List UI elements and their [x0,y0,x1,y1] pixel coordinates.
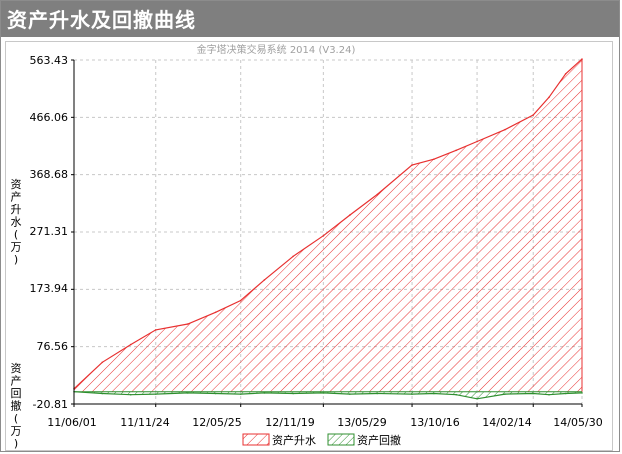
drawdown-area-point [154,393,157,395]
x-tick-label: 12/11/19 [265,416,314,429]
drawdown-area-point [214,392,217,395]
legend: 资产升水 资产回撤 [242,433,401,447]
y-tick-label: 563.43 [30,54,69,67]
x-tick-labels: 11/06/01 11/11/24 12/05/25 12/11/19 13/0… [47,416,602,429]
equity-area-point [564,73,567,75]
equity-area-point [433,158,435,160]
drawdown-area-point [532,392,534,395]
equity-area-point [349,214,351,216]
x-tick-label: 12/05/25 [192,416,241,429]
equity-area-point [322,234,325,237]
equity-area-point [455,149,458,152]
equity-area-point [504,128,506,131]
drawdown-area-point [376,392,379,395]
page-title: 资产升水及回撤曲线 [7,8,196,32]
y-tick-labels: 563.43 466.06 368.68 271.31 173.94 76.56… [30,54,69,411]
chart-panel: 资产升水及回撤曲线 金字塔决策交易系统 2014 (V3.24) 563.43 … [0,0,620,452]
legend-swatch-drawdown [327,433,355,446]
chart-title: 金字塔决策交易系统 2014 (V3.24) [197,43,356,56]
drawdown-area-point [187,392,189,394]
x-tick-label: 11/11/24 [120,416,169,429]
series-areas [73,58,583,400]
y-axis-label-equity: 资产升水(万) [11,178,22,266]
chart-frame: 金字塔决策交易系统 2014 (V3.24) 563.43 466.06 368… [5,41,613,451]
equity-area-point [129,343,132,346]
y-tick-label: 76.56 [37,340,69,353]
y-tick-label: 466.06 [30,111,69,124]
equity-area-point [548,96,550,99]
equity-area-point [214,311,217,314]
drawdown-area-point [581,392,583,394]
x-tick-label: 14/02/14 [482,416,531,429]
drawdown-area-point [239,393,242,395]
drawdown-area-point [129,393,132,396]
drawdown-area-point [263,392,266,394]
y-tick-label: 173.94 [30,282,69,295]
drawdown-area-point [292,392,295,395]
x-tick-label: 13/05/29 [337,416,386,429]
equity-area-point [292,255,295,258]
equity-area-point [376,193,379,196]
x-tick-label: 11/06/01 [47,416,96,429]
equity-area-point [101,361,104,364]
drawdown-area-point [101,392,104,395]
equity-area-point [476,140,478,143]
equity-area-point [239,299,242,302]
equity-area [74,59,582,392]
x-tick-label: 13/10/16 [410,416,459,429]
drawdown-area-point [476,398,478,400]
title-bar: 资产升水及回撤曲线 [1,1,619,37]
equity-area-point [532,114,534,116]
drawdown-area-point [433,392,435,395]
drawdown-area-point [349,393,351,395]
drawdown-area-point [504,393,506,395]
equity-area-point [154,329,157,331]
y-tick-label: -20.81 [33,398,68,411]
y-axis-labels: 资产升水(万) 资产回撤(万) [11,178,22,450]
drawdown-area-point [322,392,325,394]
y-axis-label-drawdown: 资产回撤(万) [11,362,22,450]
drawdown-area-point [564,392,567,395]
equity-area-point [187,323,189,325]
equity-area-point [263,279,266,281]
x-tick-label: 14/05/30 [553,416,602,429]
drawdown-area-point [548,393,550,396]
drawdown-area-point [411,393,413,395]
equity-drawdown-chart: 金字塔决策交易系统 2014 (V3.24) 563.43 466.06 368… [11,43,603,450]
legend-swatch-equity [242,433,270,446]
drawdown-area-point [455,393,458,396]
legend-label-drawdown: 资产回撤 [357,433,401,447]
legend-label-equity: 资产升水 [272,433,316,447]
equity-area-point [411,164,413,166]
y-tick-label: 368.68 [30,168,69,181]
y-tick-label: 271.31 [30,225,69,238]
